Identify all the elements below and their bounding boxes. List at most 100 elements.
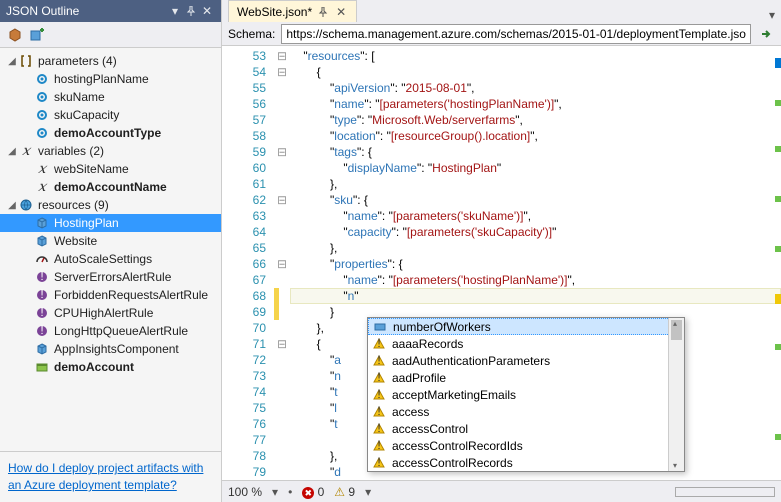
error-indicator[interactable]: ✖ 0 [302,485,324,499]
storage-icon [34,359,50,375]
code-editor[interactable]: 5354555657585960616263646566676869707172… [222,46,781,480]
tree-label: demoAccountName [54,180,167,194]
x-italic-icon: 𝑥 [34,161,50,177]
intellisense-label: aadAuthenticationParameters [392,354,550,368]
svg-text:!: ! [377,440,380,452]
alert-icon: ! [34,269,50,285]
chevron-down-icon[interactable]: ▾ [167,3,183,19]
close-icon[interactable]: ✕ [199,3,215,19]
outline-tree[interactable]: ◢parameters (4)hostingPlanName skuName sku… [0,48,221,451]
tree-node[interactable]: AppInsightsComponent [0,340,221,358]
intellisense-item[interactable]: ! aadAuthenticationParameters [368,352,684,369]
intellisense-item[interactable]: ! aadProfile [368,369,684,386]
warning-icon: ! [372,337,386,351]
zoom-dropdown-icon[interactable]: ▾ [272,485,278,499]
tree-label: skuName [54,90,105,104]
intellisense-item[interactable]: ! accessControl [368,420,684,437]
outline-footer: How do I deploy project artifacts with a… [0,451,221,502]
gear-icon [34,125,50,141]
warning-indicator[interactable]: ⚠ 9 [334,485,355,499]
intellisense-item[interactable]: ! aaaaRecords [368,335,684,352]
tree-label: skuCapacity [54,108,119,122]
intellisense-item[interactable]: numberOfWorkers [368,318,684,335]
tree-label: demoAccountType [54,126,161,140]
tree-label: variables (2) [38,144,104,158]
editor-tab[interactable]: WebSite.json* ✕ [228,0,357,22]
svg-text:!: ! [40,306,43,319]
intellisense-item[interactable]: !access [368,403,684,420]
tree-node[interactable]: 𝑥webSiteName [0,160,221,178]
tree-node[interactable]: demoAccount [0,358,221,376]
tree-node[interactable]: ◢𝑥variables (2) [0,142,221,160]
tree-node[interactable]: hostingPlanName [0,70,221,88]
intellisense-item[interactable]: ! acceptMarketingEmails [368,386,684,403]
warning-icon: ! [372,456,386,470]
tree-node[interactable]: ! CPUHighAlertRule [0,304,221,322]
scrollbar-horizontal[interactable] [675,487,775,497]
intellisense-label: aaaaRecords [392,337,463,351]
intellisense-label: aadProfile [392,371,446,385]
tree-node[interactable]: HostingPlan [0,214,221,232]
help-link[interactable]: How do I deploy project artifacts with a… [8,461,203,492]
outline-toolbar [0,22,221,48]
alert-icon: ! [34,287,50,303]
intellisense-label: numberOfWorkers [393,320,491,334]
pin-icon[interactable] [183,3,199,19]
cube-icon [34,233,50,249]
close-icon[interactable]: ✕ [336,5,348,19]
tree-node[interactable]: !ServerErrorsAlertRule [0,268,221,286]
fold-column[interactable]: ⊟⊟⊟⊟⊟⊟ [274,46,290,480]
intellisense-popup[interactable]: numberOfWorkers! aaaaRecords! aadAuthentic… [367,317,685,472]
tree-node[interactable]: ◢parameters (4) [0,52,221,70]
chevron-down-icon[interactable]: ▾ [365,485,371,499]
schema-input[interactable] [281,24,751,44]
tree-node[interactable]: Website [0,232,221,250]
json-outline-panel: JSON Outline ▾ ✕ ◢parameters (4)hostingP… [0,0,222,502]
intellisense-label: acceptMarketingEmails [392,388,516,402]
outline-title: JSON Outline [6,4,167,18]
gear-icon [34,89,50,105]
globe-icon [18,197,34,213]
svg-text:!: ! [377,355,380,367]
tree-label: Website [54,234,97,248]
tree-node[interactable]: ◢resources (9) [0,196,221,214]
gear-icon [34,71,50,87]
warning-icon: ! [372,371,386,385]
status-bar: 100 % ▾ • ✖ 0 ⚠ 9 ▾ [222,480,781,502]
tree-node[interactable]: AutoScaleSettings [0,250,221,268]
intellisense-item[interactable]: !accessControlRecords [368,454,684,471]
x-italic-icon: 𝑥 [18,143,34,159]
intellisense-label: accessControlRecordIds [392,439,523,453]
svg-text:!: ! [377,338,380,350]
tree-node[interactable]: demoAccountType [0,124,221,142]
scrollbar[interactable]: ▴▾ [668,318,684,471]
tree-node[interactable]: !LongHttpQueueAlertRule [0,322,221,340]
tree-node[interactable]: skuName [0,88,221,106]
svg-text:!: ! [377,372,380,384]
intellisense-item[interactable]: ! accessControlRecordIds [368,437,684,454]
tab-overflow-icon[interactable]: ▾ [763,8,781,22]
tree-label: AppInsightsComponent [54,342,179,356]
tree-label: ForbiddenRequestsAlertRule [54,288,208,302]
tree-label: HostingPlan [54,216,119,230]
tree-label: parameters (4) [38,54,117,68]
schema-bar: Schema: [222,22,781,46]
tree-label: demoAccount [54,360,134,374]
zoom-level[interactable]: 100 % [228,485,262,499]
intellisense-label: accessControl [392,422,468,436]
package-icon[interactable] [6,26,24,44]
tree-node[interactable]: 𝑥demoAccountName [0,178,221,196]
add-resource-icon[interactable] [28,26,46,44]
pin-icon[interactable] [318,7,330,17]
outline-title-bar: JSON Outline ▾ ✕ [0,0,221,22]
svg-text:!: ! [377,389,380,401]
overview-ruler[interactable] [769,46,781,480]
svg-text:!: ! [377,423,380,435]
svg-text:!: ! [377,457,380,469]
tree-node[interactable]: skuCapacity [0,106,221,124]
tree-label: CPUHighAlertRule [54,306,153,320]
alert-icon: ! [34,305,50,321]
tree-node[interactable]: ! ForbiddenRequestsAlertRule [0,286,221,304]
go-button[interactable] [757,25,775,43]
warning-icon: ! [372,354,386,368]
